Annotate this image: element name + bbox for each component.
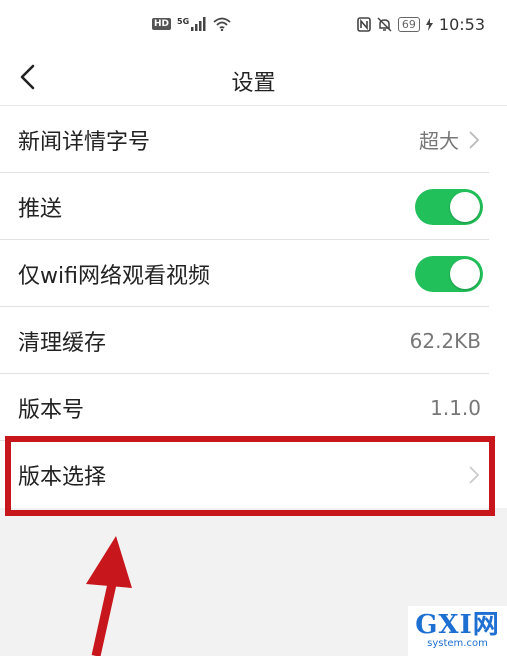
toggle-knob xyxy=(450,191,480,222)
status-right: 69 10:53 xyxy=(357,15,485,34)
push-toggle[interactable] xyxy=(415,188,483,225)
setting-label: 版本号 xyxy=(18,397,85,423)
status-bar: HD 5G 69 10:53 xyxy=(0,0,507,50)
version-value: 1.1.0 xyxy=(430,395,481,420)
setting-label: 推送 xyxy=(18,196,63,222)
setting-value: 超大 xyxy=(419,129,459,153)
signal-icon xyxy=(191,17,206,31)
status-time: 10:53 xyxy=(438,15,485,34)
nav-bar: 设置 xyxy=(0,50,507,106)
status-left: HD 5G xyxy=(152,17,231,31)
arrow-annotation-icon xyxy=(86,536,132,656)
nfc-icon xyxy=(357,17,371,32)
settings-list: 新闻详情字号 超大 推送 仅wifi网络观看视频 清理缓存 62.2KB 版本号… xyxy=(0,106,507,508)
cache-size-value: 62.2KB xyxy=(409,328,481,353)
toggle-knob xyxy=(450,258,480,289)
wifi-icon xyxy=(213,17,231,31)
network-type: 5G xyxy=(177,17,190,26)
setting-control: 超大 xyxy=(419,125,481,154)
setting-push: 推送 xyxy=(0,173,507,240)
watermark-logo: GXI网 system.com xyxy=(408,606,507,656)
page-title: 设置 xyxy=(231,71,276,96)
setting-font-size[interactable]: 新闻详情字号 超大 xyxy=(0,106,507,173)
wifi-video-toggle[interactable] xyxy=(415,255,483,292)
watermark-main: GXI网 xyxy=(415,610,500,640)
setting-label: 仅wifi网络观看视频 xyxy=(18,263,210,289)
mute-bell-icon xyxy=(377,17,392,32)
watermark-sub: system.com xyxy=(427,638,488,649)
settings-screen: HD 5G 69 10:53 设置 新闻详情字号 超大 推送 仅wifi网络观看… xyxy=(0,0,507,656)
setting-label: 清理缓存 xyxy=(18,330,107,356)
chevron-right-icon xyxy=(469,130,480,149)
battery-indicator: 69 xyxy=(397,17,420,32)
chevron-right-icon xyxy=(469,465,480,484)
setting-label: 新闻详情字号 xyxy=(18,129,151,155)
setting-clear-cache[interactable]: 清理缓存 62.2KB xyxy=(0,307,507,374)
setting-version-number: 版本号 1.1.0 xyxy=(0,374,507,441)
setting-wifi-video: 仅wifi网络观看视频 xyxy=(0,240,507,307)
charging-icon xyxy=(425,18,433,31)
setting-version-select[interactable]: 版本选择 xyxy=(0,441,507,508)
hd-badge: HD xyxy=(152,18,172,30)
setting-label: 版本选择 xyxy=(18,464,107,490)
